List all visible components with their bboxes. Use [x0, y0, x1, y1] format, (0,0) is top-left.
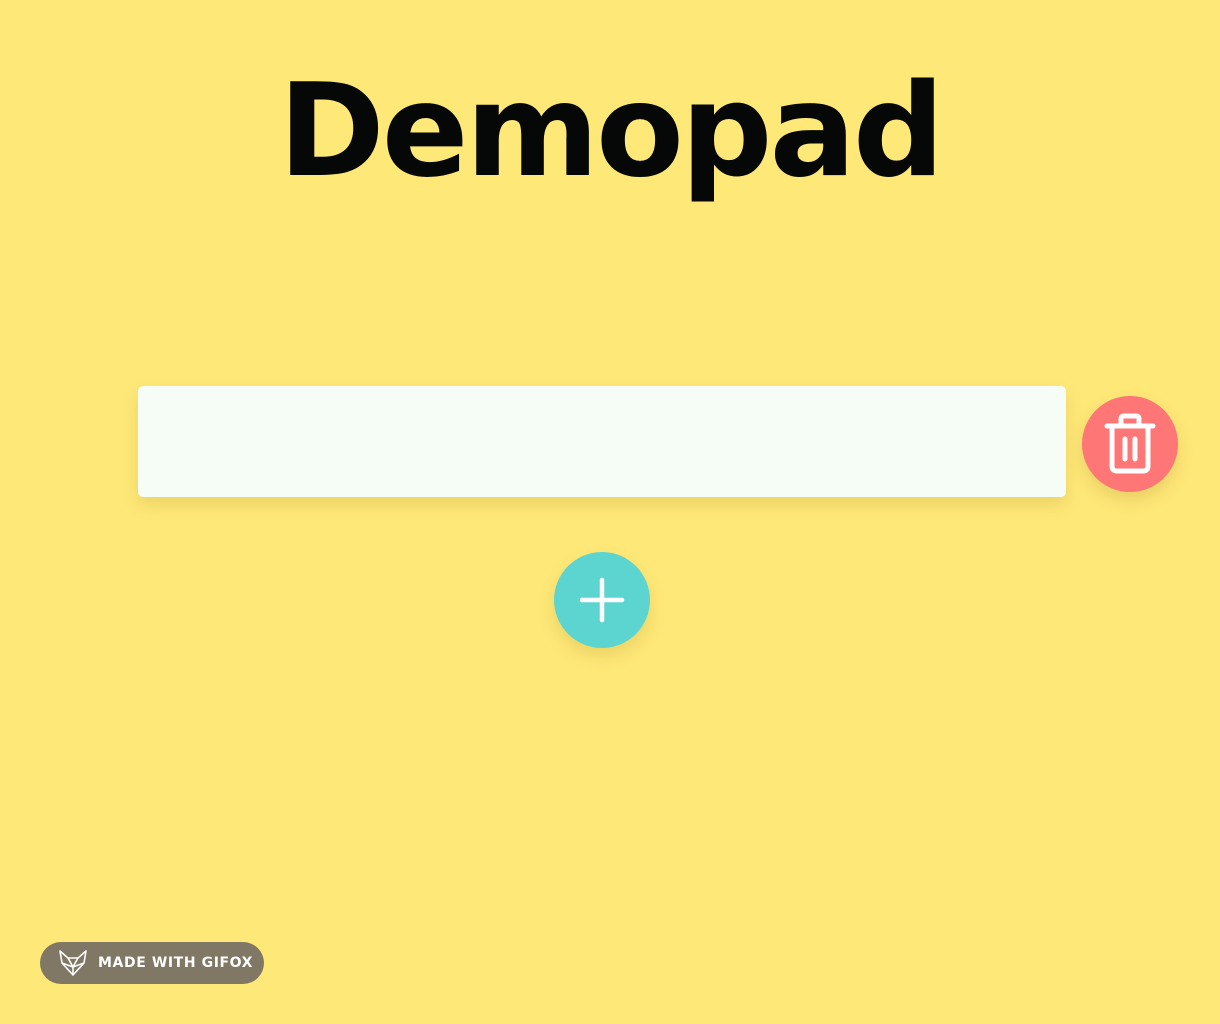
gifox-badge: MADE WITH GIFOX: [40, 942, 264, 984]
app-title: Demopad: [278, 57, 945, 206]
add-note-button[interactable]: [554, 552, 650, 648]
badge-label: MADE WITH GIFOX: [98, 955, 254, 971]
trash-icon: [1104, 413, 1156, 474]
fox-icon: [59, 950, 87, 976]
note-text-input[interactable]: [138, 386, 1066, 497]
note-card[interactable]: [138, 386, 1066, 497]
plus-icon: [579, 577, 625, 623]
delete-note-button[interactable]: [1082, 396, 1178, 492]
